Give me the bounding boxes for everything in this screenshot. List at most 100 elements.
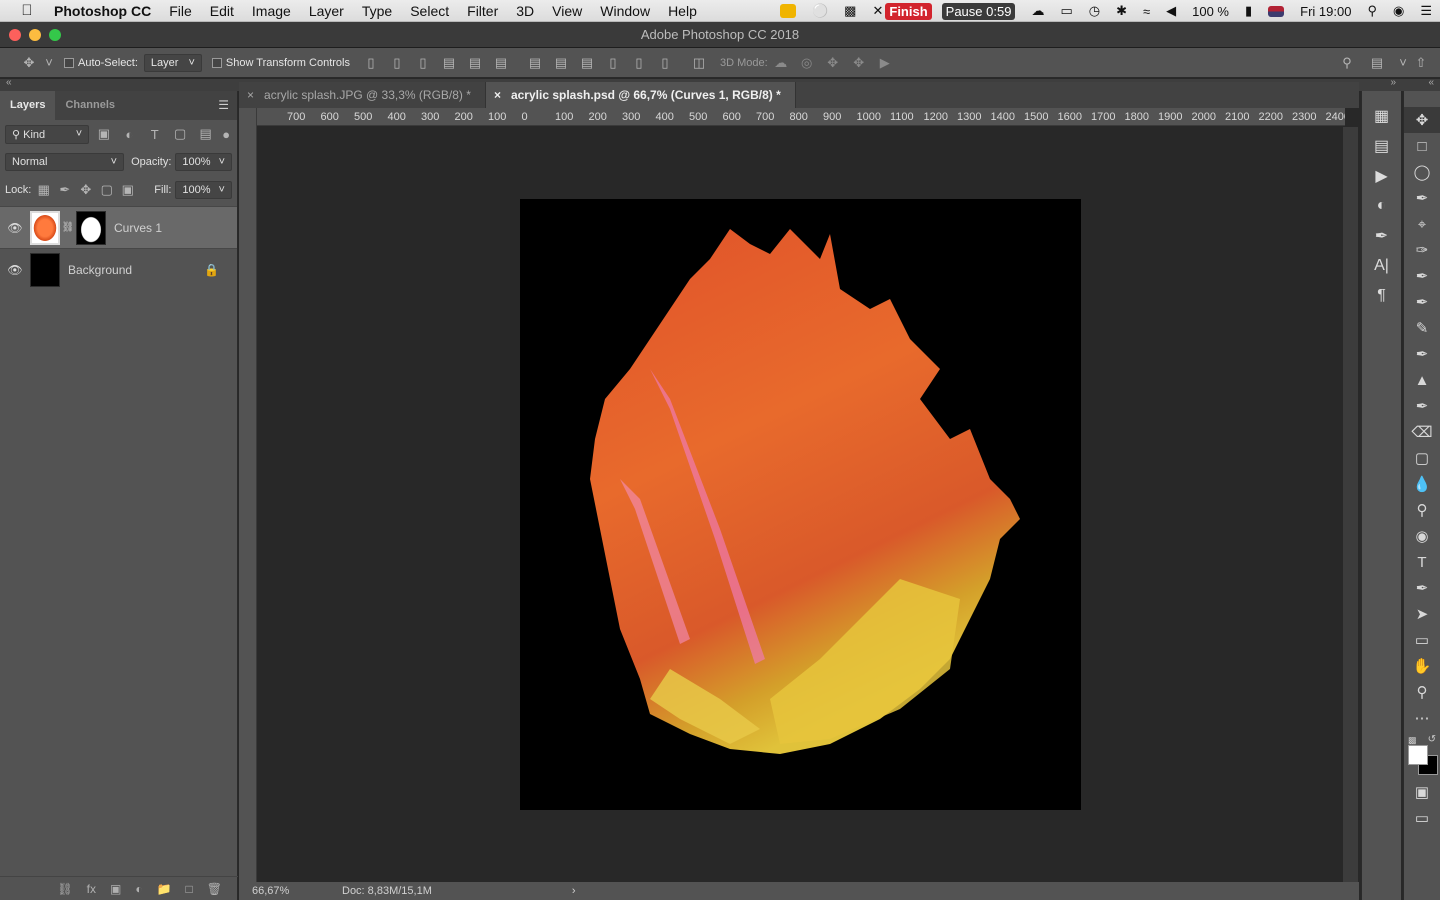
siri-icon[interactable]: ◉ [1393,3,1404,19]
menu-edit[interactable]: Edit [201,3,243,19]
add-mask-icon[interactable]: ▣ [110,882,121,896]
pencil-tool-icon[interactable]: ✎ [1404,315,1440,341]
doc-tab-jpg[interactable]: × acrylic splash.JPG @ 33,3% (RGB/8) * [239,82,486,108]
3d-scale-icon[interactable]: ▶ [872,55,898,71]
type-tool-icon[interactable]: T [1404,549,1440,575]
distribute-hcenter-icon[interactable]: ▯ [626,55,652,71]
crop-tool-icon[interactable]: ⌖ [1404,211,1440,237]
layer-name[interactable]: Background [68,263,204,277]
horizontal-ruler[interactable]: 700 600 500 400 300 200 100 0 100 200 300 400 500 600… [257,108,1345,126]
tab-channels[interactable]: Channels [55,91,125,120]
layer-row-background[interactable]: 👁 Background 🔒 [0,248,237,290]
adjustment-layer-icon[interactable]: ◐ [135,882,142,896]
close-icon[interactable]: × [494,82,501,108]
align-hcenter-icon[interactable]: ▤ [462,55,488,71]
layer-thumbnail[interactable] [30,252,60,287]
apple-icon[interactable]:  [0,2,54,19]
auto-align-icon[interactable]: ◫ [686,55,712,71]
filter-kind-dropdown[interactable]: ⚲ Kind ˅ [5,124,90,144]
lasso-tool-icon[interactable]: ◯ [1404,159,1440,185]
align-vcenter-icon[interactable]: ▯ [384,55,410,71]
history-icon[interactable]: ▤ [1362,131,1401,161]
visibility-eye-icon[interactable]: 👁 [0,221,30,235]
blend-mode-dropdown[interactable]: Normal ˅ [5,153,125,171]
filter-type-icon[interactable]: T [144,127,165,142]
cloud-icon[interactable]: ☁ [1031,3,1044,19]
script-icon[interactable] [779,4,796,18]
quick-selection-tool-icon[interactable]: ✒ [1404,185,1440,211]
new-layer-icon[interactable]: □ [186,882,193,896]
zoom-tool-icon[interactable]: ⚲ [1404,679,1440,705]
distribute-top-icon[interactable]: ▤ [522,55,548,71]
menu-layer[interactable]: Layer [300,3,353,19]
adjustments-icon[interactable]: ◐ [1362,191,1401,221]
3d-slide-icon[interactable]: ✥ [846,55,872,71]
battery-label[interactable]: 100 % [1192,4,1229,19]
doc-tab-psd[interactable]: × acrylic splash.psd @ 66,7% (Curves 1, … [485,82,796,108]
libraries-icon[interactable]: ▦ [1362,101,1401,131]
notification-center-icon[interactable]: ☰ [1420,3,1432,19]
document-canvas[interactable] [520,199,1081,810]
link-layers-icon[interactable]: ⛓ [57,882,72,896]
auto-select-checkbox[interactable] [64,57,78,69]
close-icon[interactable]: × [247,82,254,108]
eraser-tool-icon[interactable]: ⌫ [1404,419,1440,445]
swap-colors-icon[interactable]: ↺ [1428,734,1436,745]
menu-app[interactable]: Photoshop CC [54,3,160,19]
new-group-icon[interactable]: 📁 [157,882,172,896]
lock-all-icon[interactable]: ▣ [119,182,136,198]
align-top-icon[interactable]: ▯ [358,55,384,71]
eyedropper-tool-icon[interactable]: ✑ [1404,237,1440,263]
distribute-right-icon[interactable]: ▯ [652,55,678,71]
layer-mask-thumbnail[interactable] [76,210,106,245]
menu-filter[interactable]: Filter [458,3,507,19]
link-chain-icon[interactable]: ⛓ [60,222,76,233]
share-icon[interactable]: ⇧ [1408,55,1434,71]
distribute-left-icon[interactable]: ▯ [600,55,626,71]
show-transform-checkbox[interactable] [211,57,226,69]
layer-lock-icon[interactable]: 🔒 [204,263,219,277]
airplay-icon[interactable]: ▭ [1060,3,1072,19]
clone-stamp-tool-icon[interactable]: ▲ [1404,367,1440,393]
dodge-tool-icon[interactable]: ⚲ [1404,497,1440,523]
camera-off-icon[interactable]: ▩ [844,3,856,19]
move-tool-icon[interactable]: ✥ [1404,107,1440,133]
align-left-icon[interactable]: ▤ [436,55,462,71]
gradient-tool-icon[interactable]: ▢ [1404,445,1440,471]
filter-adjustment-icon[interactable]: ◐ [119,127,140,142]
healing-brush-tool-icon[interactable]: ✒ [1404,263,1440,289]
menu-help[interactable]: Help [659,3,706,19]
filter-pixel-icon[interactable]: ▣ [93,126,114,142]
delete-layer-icon[interactable]: 🗑 [207,882,222,896]
fill-field[interactable]: 100% ˅ [175,181,232,199]
more-tools-icon[interactable]: ⋯ [1404,705,1440,731]
3d-roll-icon[interactable]: ◎ [794,55,820,71]
actions-play-icon[interactable]: ▶ [1362,161,1401,191]
character-icon[interactable]: A| [1362,251,1401,281]
rectangle-tool-icon[interactable]: ▭ [1404,627,1440,653]
sponge-tool-icon[interactable]: ◉ [1404,523,1440,549]
menu-view[interactable]: View [543,3,591,19]
zoom-level[interactable]: 66,67% [252,885,312,897]
fx-icon[interactable]: fx [87,882,96,896]
align-bottom-icon[interactable]: ▯ [410,55,436,71]
close-window-button[interactable] [9,29,21,41]
blur-tool-icon[interactable]: 💧 [1404,471,1440,497]
chevron-down-icon[interactable]: ˅ [42,55,56,70]
3d-orbit-icon[interactable]: ☁ [768,55,794,71]
tab-layers[interactable]: Layers [0,91,56,120]
search-icon[interactable]: ⚲ [1367,3,1377,19]
panel-menu-icon[interactable]: ☰ [218,98,229,112]
filter-smart-object-icon[interactable]: ▤ [195,126,216,142]
brush-tool-icon[interactable]: ✒ [1404,289,1440,315]
align-right-icon[interactable]: ▤ [488,55,514,71]
lock-brush-icon[interactable]: ✒ [56,182,73,198]
clock[interactable]: Fri 19:00 [1300,4,1351,19]
layer-name[interactable]: Curves 1 [114,221,162,235]
distribute-bottom-icon[interactable]: ▤ [574,55,600,71]
search-icon[interactable]: ⚲ [1334,55,1360,71]
mixer-brush-tool-icon[interactable]: ✒ [1404,341,1440,367]
vertical-scrollbar[interactable] [1343,127,1358,882]
layer-thumbnail[interactable] [30,210,60,245]
lock-artboard-icon[interactable]: ▢ [98,182,115,198]
